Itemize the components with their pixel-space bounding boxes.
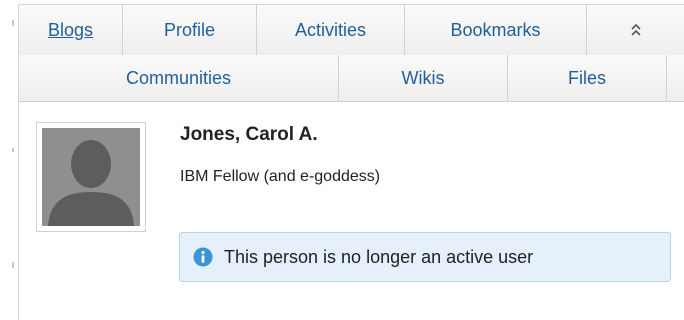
collapse-up-icon [631,23,641,36]
tab-wikis[interactable]: Wikis [339,55,508,101]
inactive-user-notice: This person is no longer an active user [179,232,671,282]
profile-job-title: IBM Fellow (and e-goddess) [180,168,381,185]
notice-text: This person is no longer an active user [224,246,534,267]
tab-profile-label[interactable]: Profile [164,20,215,41]
profile-content: Jones, Carol A. IBM Fellow (and e-goddes… [19,102,684,320]
avatar [42,128,140,226]
tab-wikis-label[interactable]: Wikis [402,68,445,89]
tab-activities[interactable]: Activities [257,5,405,55]
avatar-frame [36,122,146,232]
default-person-avatar-icon [42,128,140,226]
profile-card: Blogs Profile Activities Bookmarks Commu… [18,4,684,320]
page-left-edge [0,0,18,320]
tab-communities[interactable]: Communities [19,55,339,101]
tab-blogs[interactable]: Blogs [19,5,123,55]
nav-row-secondary: Communities Wikis Files [19,55,684,102]
profile-name: Jones, Carol A. [180,124,318,145]
tab-files[interactable]: Files [508,55,667,101]
tab-bookmarks-label[interactable]: Bookmarks [450,20,540,41]
tab-communities-label[interactable]: Communities [126,68,231,89]
nav-overflow-tab [667,55,684,101]
tab-profile[interactable]: Profile [123,5,257,55]
tab-activities-label[interactable]: Activities [295,20,366,41]
tab-bookmarks[interactable]: Bookmarks [405,5,587,55]
collapse-nav-button[interactable] [587,5,684,55]
nav-row-primary: Blogs Profile Activities Bookmarks [19,4,684,56]
info-icon [193,247,213,267]
tab-blogs-label[interactable]: Blogs [48,20,93,41]
tab-files-label[interactable]: Files [568,68,606,89]
